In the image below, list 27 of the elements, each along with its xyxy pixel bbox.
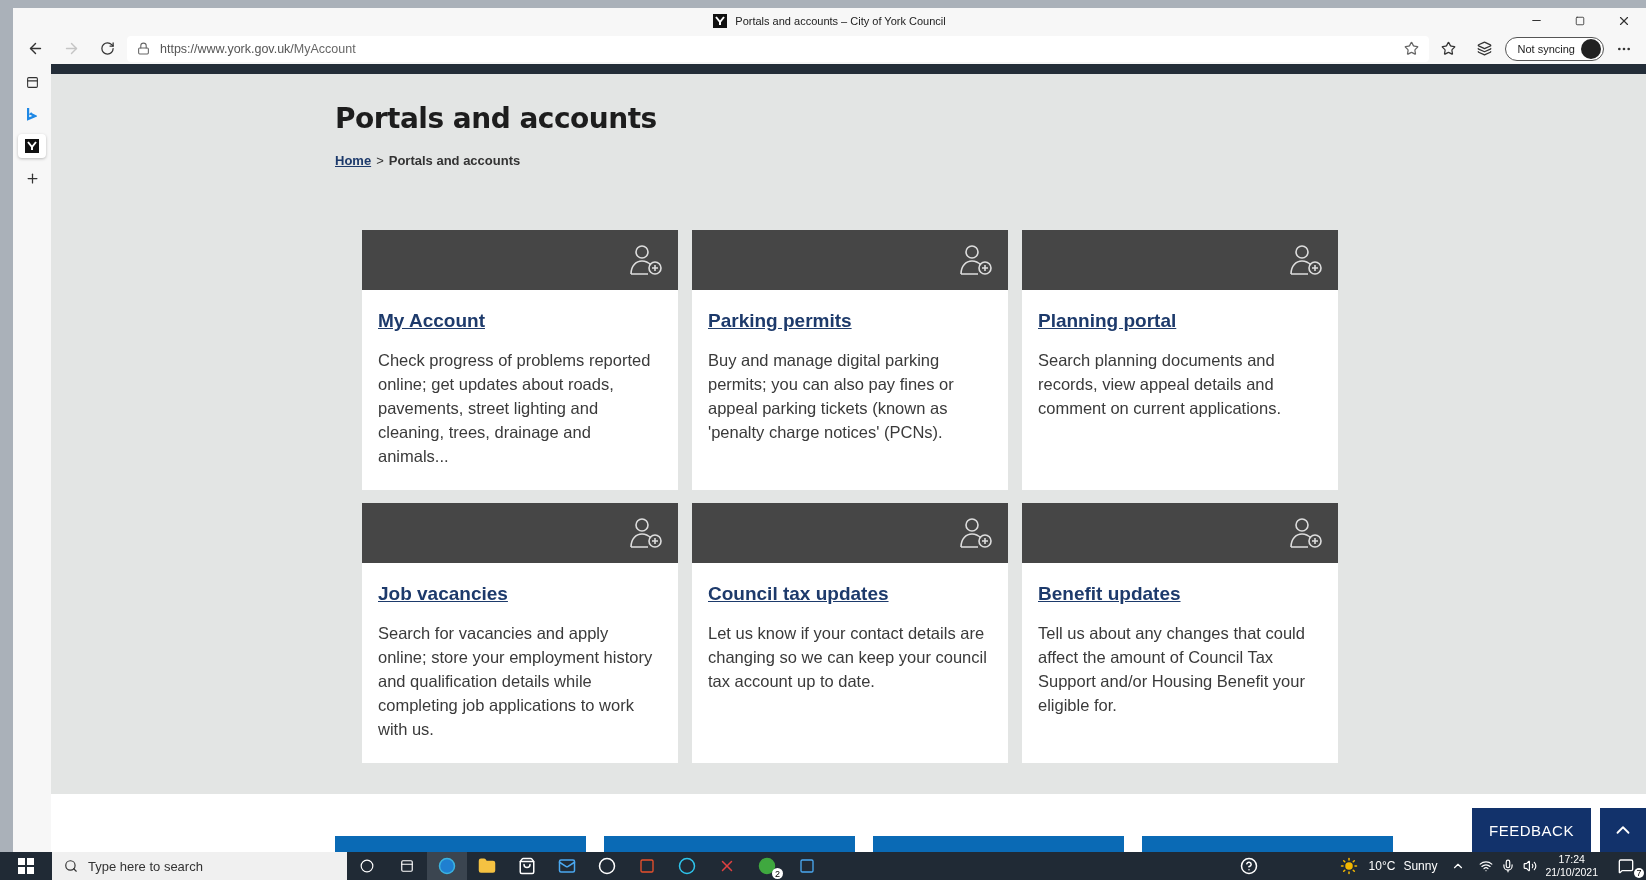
url-text: https://www.york.gov.uk/MyAccount <box>160 41 356 56</box>
card-title-link[interactable]: Parking permits <box>708 310 852 332</box>
profile-button[interactable]: Not syncing <box>1504 36 1604 61</box>
breadcrumb-current: Portals and accounts <box>388 153 521 168</box>
taskbar-clock[interactable]: 17:24 21/10/2021 <box>1545 853 1598 879</box>
feedback-button[interactable]: FEEDBACK <box>1472 808 1591 852</box>
card-description: Buy and manage digital parking permits; you can also pay fines or appeal parking tickets (known as 'penalty charge notices' (PCNs). <box>708 350 955 443</box>
breadcrumb-separator: > <box>376 153 384 168</box>
card-description: Search planning documents and records, view appeal details and comment on current applications. <box>1038 350 1283 419</box>
card-description: Check progress of problems reported online; get updates about roads, pavements, street lighting and cleaning, trees, drainage and animals... <box>378 350 652 467</box>
card-title-link[interactable]: Benefit updates <box>1038 583 1181 605</box>
address-bar[interactable]: https://www.york.gov.uk/MyAccount <box>127 35 1429 62</box>
xbox-count-badge: 2 <box>772 868 783 879</box>
card-title-link[interactable]: Job vacancies <box>378 583 508 605</box>
page-heading: Portals and accounts <box>335 102 658 135</box>
temperature-text: 10°C <box>1368 859 1396 873</box>
card-description: Let us know if your contact details are changing so we can keep your council tax account up to date. <box>708 623 988 692</box>
card-title-link[interactable]: Council tax updates <box>708 583 889 605</box>
window-title: Portals and accounts – City of York Council <box>713 13 946 28</box>
card-title-link[interactable]: My Account <box>378 310 485 332</box>
breadcrumb-link[interactable]: Home <box>335 153 372 168</box>
notification-count: 7 <box>1634 868 1644 878</box>
card-description: Search for vacancies and apply online; store your employment history and qualification details while completing job applications to work with us. <box>378 623 654 740</box>
taskbar-search-field[interactable]: Type here to search <box>52 852 347 880</box>
card-title-link[interactable]: Planning portal <box>1038 310 1177 332</box>
weather-text: Sunny <box>1403 859 1438 873</box>
card-description: Tell us about any changes that could affect the amount of Council Tax Support and/or Housing Benefit your eligible for. <box>1038 623 1306 716</box>
